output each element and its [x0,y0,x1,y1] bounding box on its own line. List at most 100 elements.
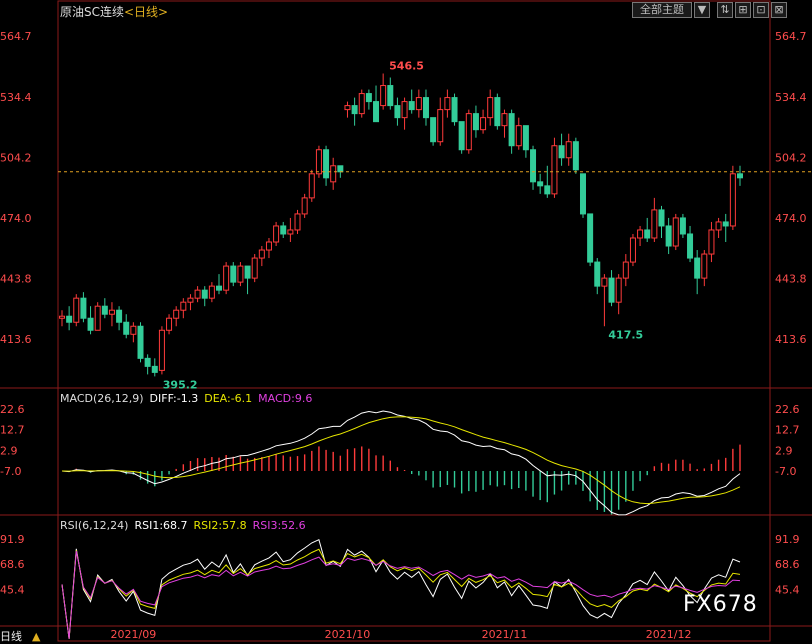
candle-body [144,357,151,367]
candle-body [73,297,80,323]
candle-body [672,217,679,247]
candle-body [87,317,94,331]
candle-body [401,101,408,119]
price-tick-label: 534.4 [0,91,32,104]
rsi-tick-label: 68.6 [0,558,25,571]
instrument-name: 原油SC连续 [60,5,124,19]
candle-body [108,309,115,315]
candle-body [323,149,330,179]
candle-body [494,97,501,127]
theme-dropdown-arrow[interactable]: ▼ [694,2,710,18]
candle-body [280,225,287,235]
candle-body [187,297,194,303]
macd-panel [61,410,741,516]
candle-body [373,101,380,123]
candle-body [59,315,65,319]
candle-body [166,317,173,331]
candle-body [137,325,144,359]
price-tick-label: 413.6 [775,333,807,346]
candle-body [358,93,365,115]
x-tick-label: 2021/12 [646,628,692,641]
candle-body [273,225,280,243]
candle-body [701,253,708,279]
rsi-tick-label: 91.9 [0,533,25,546]
period-label[interactable]: <日线> [124,5,168,19]
low-price-label-left: 395.2 [163,378,198,391]
candle-body [237,265,244,283]
candle-body [737,173,743,179]
candle-body [244,265,251,279]
price-tick-label: 504.2 [775,151,807,164]
period-tab[interactable]: 日线 ▲ [0,628,40,644]
triangle-icon: ▲ [32,630,41,643]
chart-title: 原油SC连续<日线> [60,3,168,20]
candle-body [387,85,394,107]
x-tick-label: 2021/10 [325,628,371,641]
macd-header: MACD(26,12,9) DIFF:-1.3 DEA:-6.1 MACD:9.6 [60,392,318,405]
candle-body [430,117,437,143]
candle-body [694,257,701,279]
candle-body [629,237,636,263]
price-tick-label: 443.8 [0,273,32,286]
candle-body [330,165,337,183]
swap-icon[interactable]: ⇅ [717,2,733,18]
candle-body [522,125,529,151]
rsi-tick-label: 45.4 [0,583,25,596]
candle-body [644,229,651,239]
top-bar: 原油SC连续<日线> 全部主题 ▼ ⇅ ⊞ ⊡ ⊠ [0,0,812,20]
close-icon[interactable]: ⊠ [771,2,787,18]
candle-body [173,309,180,319]
candle-body [365,93,372,103]
rsi2-value: RSI2:57.8 [193,519,247,532]
candle-body [380,85,387,107]
macd-tick-label: -7.0 [775,465,796,478]
candle-body [551,145,558,195]
candle-body [251,257,258,279]
candle-body [615,277,622,303]
candle-body [394,105,401,119]
rsi-tick-label: 68.6 [775,558,800,571]
candle-body [315,149,322,175]
candle-body [130,325,137,335]
rsi2-line [61,548,741,639]
macd-value: MACD:9.6 [258,392,313,405]
candle-body [622,261,629,279]
rsi-tick-label: 91.9 [775,533,800,546]
rsi-name: RSI(6,12,24) [60,519,129,532]
candle-body [487,97,494,119]
candle-body [408,101,415,111]
candle-body [444,97,451,111]
macd-dea-line [61,416,741,505]
candle-body [116,309,123,323]
candle-body [422,97,429,119]
rsi-header: RSI(6,12,24) RSI1:68.7 RSI2:57.8 RSI3:52.6 [60,519,312,532]
candle-body [565,141,572,159]
candle-body [544,185,551,195]
candle-body [515,125,522,147]
macd-tick-label: 12.7 [0,424,25,437]
candle-body [180,301,187,311]
price-tick-label: 564.7 [775,30,807,43]
rsi1-value: RSI1:68.7 [134,519,188,532]
x-axis: 2021/09 2021/10 2021/11 2021/12 [111,628,692,641]
macd-tick-label: 2.9 [775,444,793,457]
theme-dropdown[interactable]: 全部主题 [632,2,692,18]
chart-frame [57,0,771,642]
candle-body [265,241,272,251]
price-tick-label: 564.7 [0,30,32,43]
layout-icon[interactable]: ⊞ [735,2,751,18]
candle-body [451,97,458,123]
candle-body [216,285,223,291]
candle-body [294,213,301,231]
candle-body [158,329,165,371]
candle-body [665,225,672,247]
candle-body [587,213,594,263]
maximize-icon[interactable]: ⊡ [753,2,769,18]
candle-body [651,209,658,239]
candle-body [679,217,686,235]
macd-tick-label: -7.0 [0,465,21,478]
rsi-panel [61,539,741,639]
candle-body [608,277,615,303]
candle-body [501,113,508,127]
price-tick-label: 474.0 [775,212,807,225]
